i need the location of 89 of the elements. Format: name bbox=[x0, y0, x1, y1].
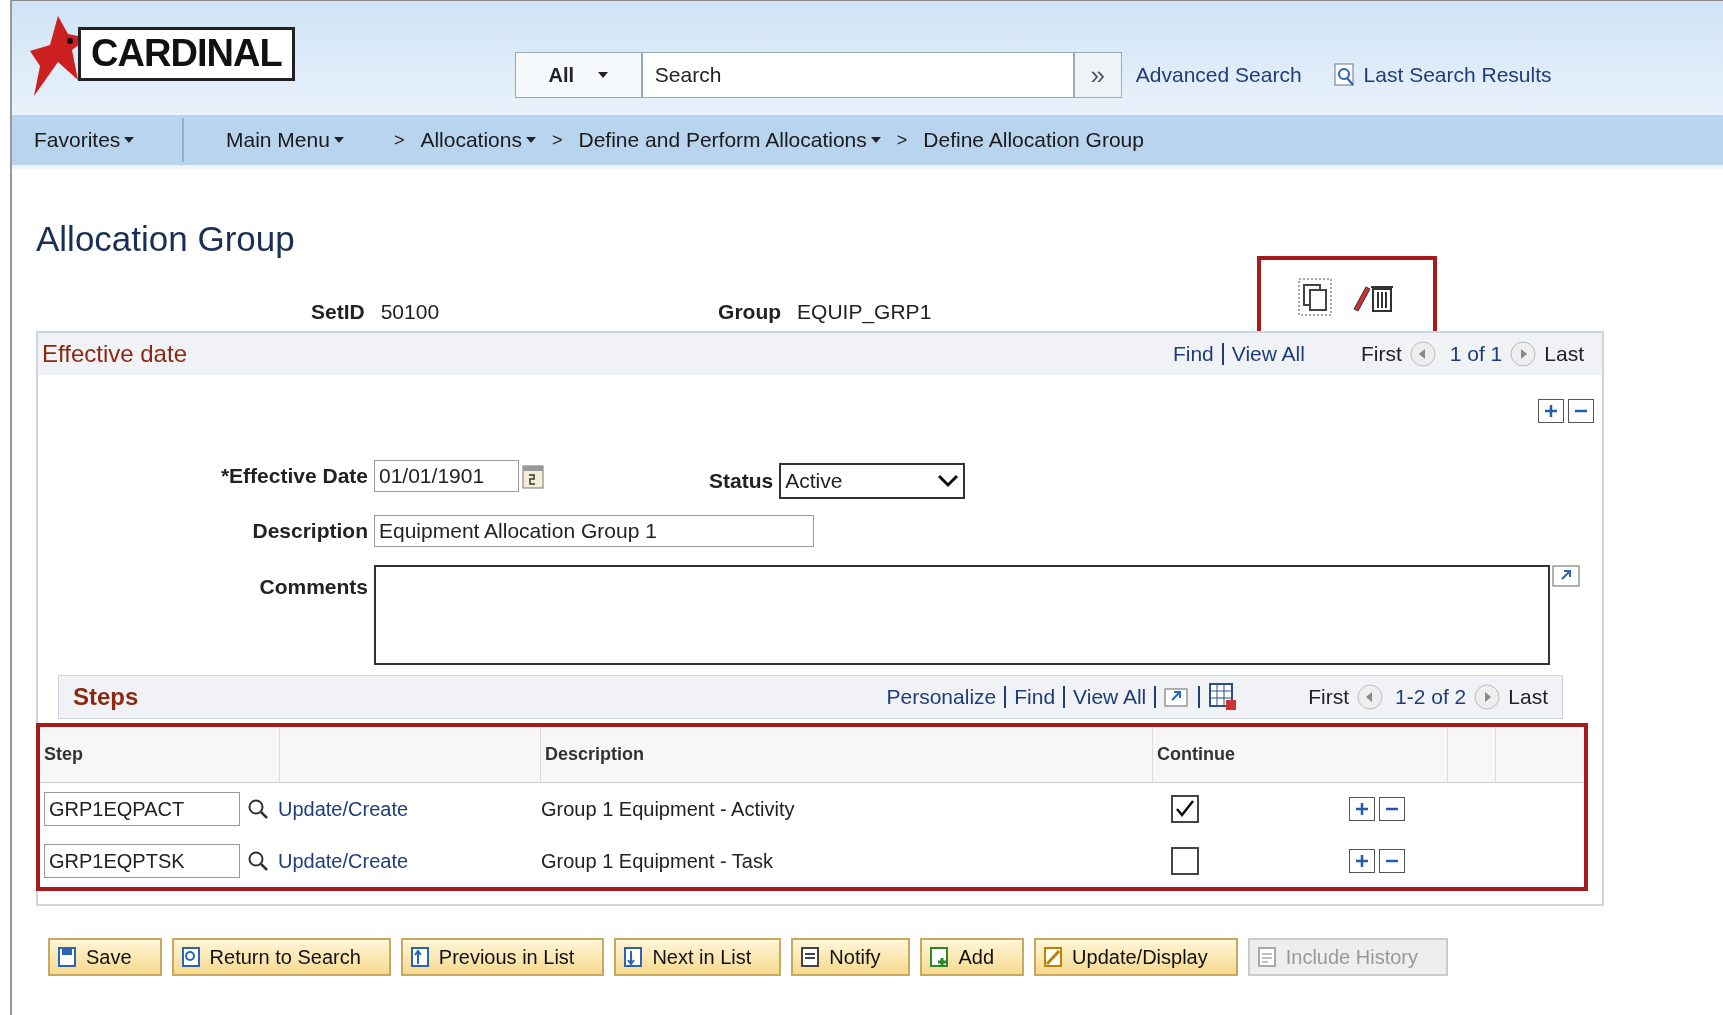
main-menu[interactable]: Main Menu bbox=[226, 124, 344, 156]
group-value: EQUIP_GRP1 bbox=[797, 299, 932, 326]
caret-icon bbox=[870, 137, 881, 143]
effective-date-field[interactable]: 01/01/1901 bbox=[374, 460, 519, 492]
first-label: First bbox=[1360, 341, 1402, 368]
comments-label: Comments bbox=[258, 574, 368, 600]
breadcrumb-separator: > bbox=[393, 128, 405, 152]
continue-checkbox[interactable] bbox=[1171, 795, 1199, 823]
update-icon bbox=[1042, 946, 1065, 968]
panel-title: Effective date bbox=[42, 339, 187, 369]
search-icon bbox=[179, 946, 202, 968]
search-results-icon bbox=[1333, 63, 1356, 87]
caret-icon bbox=[333, 137, 344, 143]
column-header: Continue bbox=[1153, 727, 1448, 782]
chevron-down-icon bbox=[937, 474, 960, 488]
caret-icon bbox=[598, 72, 609, 78]
toolbar-button[interactable]: Save bbox=[48, 938, 162, 976]
history-icon bbox=[1255, 946, 1278, 968]
description-field[interactable]: Equipment Allocation Group 1 bbox=[374, 515, 814, 547]
setid-label: SetID bbox=[311, 299, 365, 326]
advanced-search-link[interactable]: Advanced Search bbox=[1135, 59, 1302, 91]
grid-link[interactable]: View All bbox=[1073, 681, 1147, 713]
plus-icon bbox=[1355, 802, 1369, 816]
add-row-button[interactable] bbox=[1349, 797, 1375, 821]
breadcrumb-link[interactable]: Allocations bbox=[420, 124, 536, 156]
breadcrumb-separator: > bbox=[896, 128, 908, 152]
plus-icon bbox=[1355, 854, 1369, 868]
caret-icon bbox=[124, 137, 135, 143]
update-create-link[interactable]: Update/Create bbox=[278, 794, 541, 824]
breadcrumb-link[interactable]: Define and Perform Allocations bbox=[578, 124, 881, 156]
save-icon bbox=[56, 946, 78, 968]
last-search-results-link[interactable]: Last Search Results bbox=[1363, 59, 1552, 91]
notify-icon bbox=[799, 946, 822, 968]
plus-icon bbox=[1544, 404, 1558, 418]
delete-row-button[interactable] bbox=[1379, 797, 1405, 821]
continue-checkbox[interactable] bbox=[1171, 847, 1199, 875]
search-scope-dropdown[interactable]: All bbox=[514, 52, 642, 98]
next-icon bbox=[622, 946, 645, 968]
comments-field[interactable] bbox=[374, 565, 1550, 665]
steps-title: Steps bbox=[73, 682, 139, 712]
view-all-link[interactable]: View All bbox=[1231, 338, 1305, 370]
group-label: Group bbox=[718, 299, 782, 326]
page-title: Allocation Group bbox=[36, 221, 296, 256]
status-label: Status bbox=[709, 468, 774, 495]
search-icon[interactable] bbox=[246, 797, 270, 821]
delete-row-button[interactable] bbox=[1379, 849, 1405, 873]
column-header: Step bbox=[40, 727, 280, 782]
calendar-icon[interactable] bbox=[522, 463, 544, 489]
add-row-button[interactable] bbox=[1349, 849, 1375, 873]
favorites-menu[interactable]: Favorites bbox=[34, 118, 184, 162]
download-grid-icon[interactable] bbox=[1208, 682, 1239, 712]
first-label: First bbox=[1308, 684, 1350, 711]
update-create-link[interactable]: Update/Create bbox=[278, 846, 541, 876]
toolbar-button[interactable]: Add bbox=[920, 938, 1025, 976]
grid-link[interactable]: Find bbox=[1014, 681, 1056, 713]
step-field[interactable]: GRP1EQPACT bbox=[44, 792, 240, 826]
row-count: 1-2 of 2 bbox=[1395, 684, 1467, 711]
setid-value: 50100 bbox=[380, 299, 440, 326]
prev-icon bbox=[408, 946, 431, 968]
copy-icon[interactable] bbox=[1297, 277, 1333, 317]
new-window-icon[interactable] bbox=[1164, 686, 1191, 708]
row-count: 1 of 1 bbox=[1449, 341, 1503, 368]
expand-icon[interactable] bbox=[1552, 565, 1580, 587]
add-row-button[interactable] bbox=[1538, 399, 1564, 423]
search-field[interactable]: Search bbox=[641, 52, 1074, 98]
column-header: Description bbox=[541, 727, 1153, 782]
logo-text: CARDINAL bbox=[91, 31, 282, 76]
effective-date-label: *Effective Date bbox=[219, 463, 368, 490]
last-label: Last bbox=[1544, 341, 1584, 368]
description-label: Description bbox=[251, 518, 368, 545]
grid-link[interactable]: Personalize bbox=[886, 681, 997, 713]
delete-row-button[interactable] bbox=[1568, 399, 1594, 423]
breadcrumb-separator: > bbox=[551, 128, 563, 152]
add-icon bbox=[928, 946, 951, 968]
search-icon[interactable] bbox=[246, 849, 270, 873]
toolbar-button[interactable]: Update/Display bbox=[1034, 938, 1238, 976]
breadcrumb-link[interactable]: Define Allocation Group bbox=[923, 124, 1144, 156]
status-dropdown[interactable]: Active bbox=[779, 463, 966, 499]
step-field[interactable]: GRP1EQPTSK bbox=[44, 844, 240, 878]
toolbar-button[interactable]: Notify bbox=[791, 938, 911, 976]
toolbar-button[interactable]: Previous in List bbox=[400, 938, 605, 976]
toolbar-button[interactable]: Next in List bbox=[614, 938, 782, 976]
caret-icon bbox=[525, 137, 536, 143]
last-label: Last bbox=[1508, 684, 1548, 711]
find-link[interactable]: Find bbox=[1172, 338, 1214, 370]
step-description: Group 1 Equipment - Activity bbox=[541, 797, 796, 822]
toolbar-button[interactable]: Return to Search bbox=[171, 938, 391, 976]
search-go-button[interactable]: » bbox=[1073, 52, 1122, 98]
step-description: Group 1 Equipment - Task bbox=[541, 849, 774, 874]
